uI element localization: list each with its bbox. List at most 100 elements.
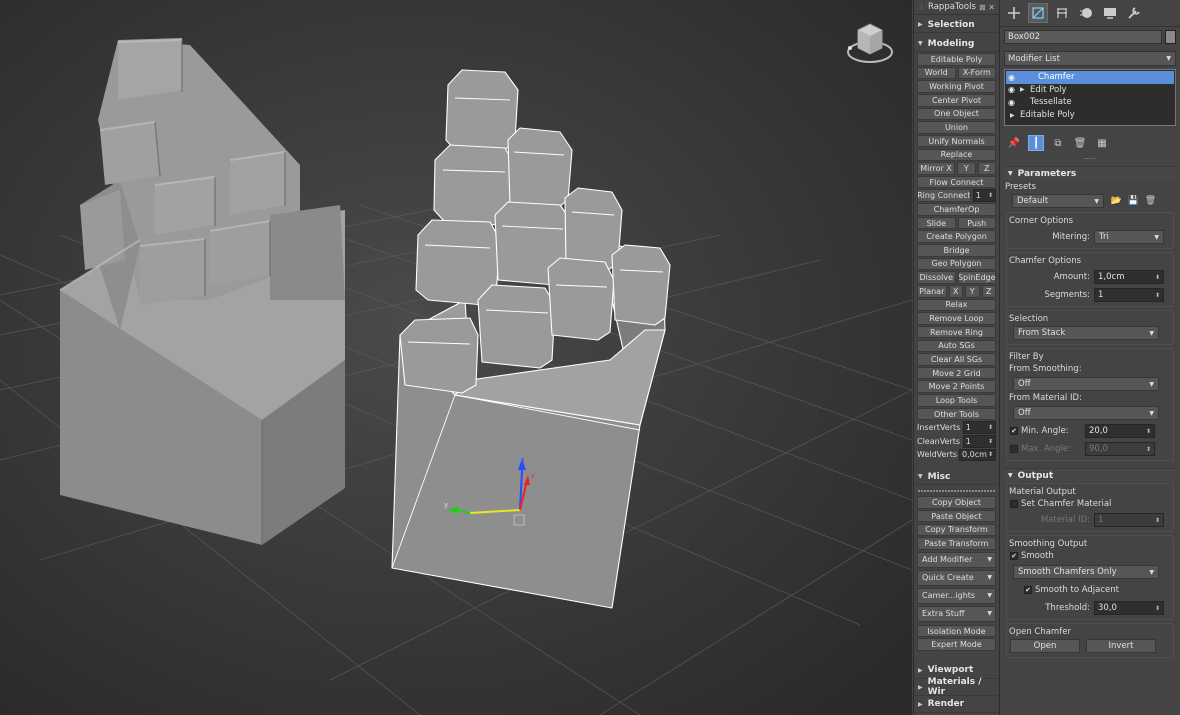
xform-button[interactable]: X-Form: [957, 66, 996, 80]
smooth-checkbox[interactable]: ✔: [1010, 552, 1018, 560]
paste-transform-button[interactable]: Paste Transform: [917, 537, 996, 550]
move-2-points-button[interactable]: Move 2 Points: [917, 380, 996, 394]
modify-tab[interactable]: [1028, 3, 1048, 23]
display-tab[interactable]: [1100, 3, 1120, 23]
segments-spinner[interactable]: 1 ⬍: [1094, 288, 1164, 302]
insert-verts-spinner[interactable]: 1 ⬍: [962, 421, 996, 434]
perspective-viewport[interactable]: z x y: [0, 0, 912, 715]
push-button[interactable]: Push: [957, 216, 996, 230]
expand-arrow-icon[interactable]: ▶: [1020, 86, 1028, 93]
stack-item-tessellate[interactable]: ◉ Tessellate: [1006, 96, 1174, 109]
spinedge-button[interactable]: SpinEdge: [957, 271, 996, 284]
section-modeling[interactable]: ▼ Modeling: [914, 36, 999, 52]
open-button[interactable]: Open: [1010, 639, 1080, 653]
max-angle-spinner[interactable]: 90,0 ⬍: [1085, 442, 1155, 456]
world-button[interactable]: World: [917, 66, 956, 80]
material-id-spinner[interactable]: 1 ⬍: [1094, 513, 1164, 527]
quick-create-dropdown[interactable]: Quick Create ▼: [917, 569, 996, 586]
pin-stack-icon[interactable]: 📌: [1006, 135, 1022, 151]
eye-icon[interactable]: ◉: [1008, 73, 1020, 82]
motion-tab[interactable]: [1076, 3, 1096, 23]
working-pivot-button[interactable]: Working Pivot: [917, 80, 996, 93]
stack-item-edit-poly[interactable]: ◉ ▶ Edit Poly: [1006, 84, 1174, 97]
stack-item-editable-poly[interactable]: ▶ Editable Poly: [1006, 109, 1174, 122]
presets-dropdown[interactable]: Default ▼: [1012, 194, 1104, 208]
viewport-canvas[interactable]: z x y: [0, 0, 912, 715]
show-end-result-icon[interactable]: ┃: [1028, 135, 1044, 151]
expert-mode-button[interactable]: Expert Mode: [917, 638, 996, 651]
replace-button[interactable]: Replace: [917, 148, 996, 162]
weld-verts-spinner[interactable]: 0,0cm ⬍: [959, 448, 996, 462]
trash-icon[interactable]: 🗑: [1072, 135, 1088, 151]
relax-button[interactable]: Relax: [917, 298, 996, 312]
utilities-tab[interactable]: [1124, 3, 1144, 23]
eye-icon[interactable]: ◉: [1008, 85, 1020, 94]
planar-button[interactable]: Planar: [917, 284, 947, 298]
create-polygon-button[interactable]: Create Polygon: [917, 230, 996, 243]
union-button[interactable]: Union: [917, 121, 996, 134]
planar-y-button[interactable]: Y: [965, 284, 980, 298]
close-icon[interactable]: ⊠ ✕: [979, 3, 995, 12]
threshold-spinner[interactable]: 30,0 ⬍: [1094, 601, 1164, 615]
modifier-list-dropdown[interactable]: Modifier List ▼: [1004, 51, 1176, 66]
mirror-x-button[interactable]: Mirror X: [917, 162, 956, 175]
output-rollout-header[interactable]: ▼ Output: [1004, 468, 1176, 482]
object-color-swatch[interactable]: [1165, 29, 1176, 44]
ring-connect-spinner[interactable]: 1 ⬍: [972, 189, 996, 203]
section-render[interactable]: ▶ Render: [914, 697, 999, 713]
panel-grip[interactable]: [1084, 158, 1096, 164]
expand-arrow-icon[interactable]: ▶: [1010, 112, 1018, 119]
mirror-z-button[interactable]: Z: [977, 162, 996, 175]
remove-ring-button[interactable]: Remove Ring: [917, 325, 996, 339]
add-modifier-dropdown[interactable]: Add Modifier ▼: [917, 551, 996, 568]
clear-all-sgs-button[interactable]: Clear All SGs: [917, 353, 996, 366]
save-preset-icon[interactable]: 💾: [1127, 195, 1140, 208]
flow-connect-button[interactable]: Flow Connect: [917, 175, 996, 189]
section-selection[interactable]: ▶ Selection: [914, 17, 999, 33]
planar-x-button[interactable]: X: [948, 284, 963, 298]
configure-modifier-sets-icon[interactable]: ▦: [1094, 135, 1110, 151]
set-chamfer-material-checkbox[interactable]: [1010, 500, 1018, 508]
create-tab[interactable]: [1004, 3, 1024, 23]
isolation-mode-button[interactable]: Isolation Mode: [917, 624, 996, 638]
copy-transform-button[interactable]: Copy Transform: [917, 523, 996, 537]
editable-poly-button[interactable]: Editable Poly: [917, 53, 996, 66]
amount-spinner[interactable]: 1,0cm ⬍: [1094, 270, 1164, 284]
min-angle-checkbox[interactable]: ✔: [1010, 427, 1018, 435]
dissolve-button[interactable]: Dissolve: [917, 271, 956, 284]
stack-item-chamfer[interactable]: ◉ Chamfer: [1006, 71, 1174, 84]
chamferop-button[interactable]: ChamferOp: [917, 203, 996, 216]
rappatools-title-bar[interactable]: ⋮ RappaTools ⊠ ✕: [914, 0, 999, 15]
one-object-button[interactable]: One Object: [917, 107, 996, 121]
section-materials[interactable]: ▶ Materials / Wir: [914, 677, 999, 697]
camera-lights-dropdown[interactable]: Camer...ights ▼: [917, 587, 996, 604]
max-angle-checkbox[interactable]: [1010, 445, 1018, 453]
from-material-id-dropdown[interactable]: Off ▼: [1013, 406, 1159, 420]
load-preset-icon[interactable]: 📂: [1110, 195, 1123, 208]
selection-dropdown[interactable]: From Stack ▼: [1013, 326, 1159, 340]
section-misc[interactable]: ▼ Misc: [914, 469, 999, 486]
mitering-dropdown[interactable]: Tri ▼: [1094, 230, 1164, 244]
min-angle-spinner[interactable]: 20,0 ⬍: [1085, 424, 1155, 438]
smooth-to-adjacent-checkbox[interactable]: ✔: [1024, 586, 1032, 594]
other-tools-button[interactable]: Other Tools: [917, 407, 996, 421]
ring-connect-button[interactable]: Ring Connect: [917, 189, 971, 203]
center-pivot-button[interactable]: Center Pivot: [917, 93, 996, 107]
eye-icon[interactable]: ◉: [1008, 98, 1020, 107]
from-smoothing-dropdown[interactable]: Off ▼: [1013, 377, 1159, 391]
auto-sgs-button[interactable]: Auto SGs: [917, 339, 996, 353]
invert-button[interactable]: Invert: [1086, 639, 1156, 653]
bridge-button[interactable]: Bridge: [917, 244, 996, 257]
remove-loop-button[interactable]: Remove Loop: [917, 312, 996, 325]
paste-object-button[interactable]: Paste Object: [917, 509, 996, 523]
clean-verts-spinner[interactable]: 1 ⬍: [962, 434, 996, 448]
object-name-field[interactable]: Box002: [1004, 29, 1162, 44]
copy-object-button[interactable]: Copy Object: [917, 496, 996, 509]
planar-z-button[interactable]: Z: [981, 284, 996, 298]
move-2-grid-button[interactable]: Move 2 Grid: [917, 366, 996, 380]
extra-stuff-dropdown[interactable]: Extra Stuff ▼: [917, 605, 996, 622]
hierarchy-tab[interactable]: [1052, 3, 1072, 23]
slide-button[interactable]: Slide: [917, 216, 956, 230]
mirror-y-button[interactable]: Y: [957, 162, 976, 175]
smooth-mode-dropdown[interactable]: Smooth Chamfers Only ▼: [1013, 565, 1159, 579]
